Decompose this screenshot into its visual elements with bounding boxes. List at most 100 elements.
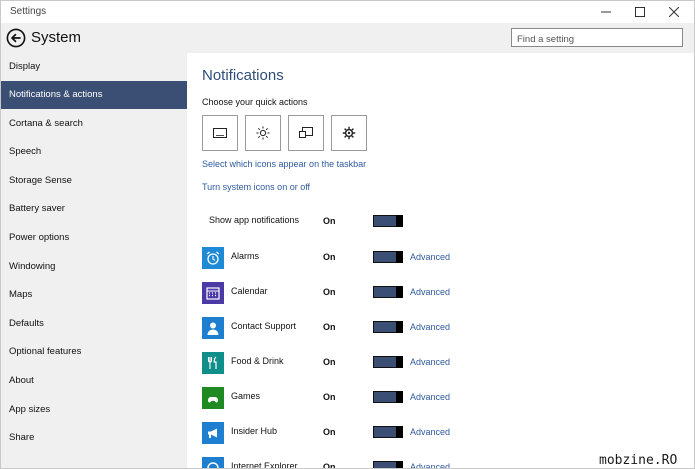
- app-name: Alarms: [231, 251, 260, 261]
- sidebar-item-label: Maps: [9, 289, 33, 300]
- sidebar-item-battery-saver[interactable]: Battery saver: [1, 195, 187, 223]
- alarm-clock-icon: [202, 247, 224, 269]
- sidebar-item-display[interactable]: Display: [1, 53, 187, 81]
- calendar-icon: [202, 282, 224, 304]
- app-row-calendar: Calendar On Advanced: [202, 282, 682, 308]
- megaphone-icon: [202, 422, 224, 444]
- food-drink-toggle[interactable]: [373, 356, 403, 368]
- title-bar: Settings: [1, 1, 694, 23]
- maximize-button[interactable]: [623, 1, 657, 23]
- sidebar-item-label: Cortana & search: [9, 118, 83, 129]
- sidebar-item-label: Optional features: [9, 346, 82, 357]
- games-toggle[interactable]: [373, 391, 403, 403]
- close-button[interactable]: [657, 1, 691, 23]
- internet-explorer-advanced-link[interactable]: Advanced: [410, 462, 450, 468]
- maximize-icon: [635, 7, 645, 17]
- app-name: Contact Support: [231, 321, 297, 331]
- watermark: mobzine.RO: [599, 453, 678, 468]
- sidebar-item-notifications-actions[interactable]: Notifications & actions: [1, 81, 187, 109]
- app-state: On: [323, 392, 336, 402]
- taskbar-icons-link[interactable]: Select which icons appear on the taskbar: [202, 159, 366, 169]
- sidebar-item-label: Speech: [9, 146, 42, 157]
- system-icons-link[interactable]: Turn system icons on or off: [202, 182, 310, 192]
- app-row-insider-hub: Insider Hub On Advanced: [202, 422, 682, 448]
- minimize-button[interactable]: [589, 1, 623, 23]
- sidebar-item-app-sizes[interactable]: App sizes: [1, 396, 187, 424]
- app-row-food-drink: Food & Drink On Advanced: [202, 352, 682, 378]
- food-drink-advanced-link[interactable]: Advanced: [410, 357, 450, 367]
- search-input[interactable]: [512, 31, 682, 48]
- quick-action-project[interactable]: [288, 115, 324, 151]
- sidebar-item-about[interactable]: About: [1, 367, 187, 395]
- insider-hub-toggle[interactable]: [373, 426, 403, 438]
- app-name: Internet Explorer: [231, 461, 298, 469]
- sidebar-item-label: Share: [9, 432, 35, 443]
- calendar-toggle[interactable]: [373, 286, 403, 298]
- close-icon: [669, 7, 679, 17]
- minimize-icon: [601, 11, 611, 13]
- sidebar-item-label: Power options: [9, 232, 70, 243]
- alarms-toggle[interactable]: [373, 251, 403, 263]
- contact-support-toggle[interactable]: [373, 321, 403, 333]
- show-app-notifications-row: Show app notifications On: [202, 211, 682, 237]
- insider-hub-advanced-link[interactable]: Advanced: [410, 427, 450, 437]
- header-title: System: [31, 29, 82, 46]
- sidebar-item-label: Windowing: [9, 261, 56, 272]
- settings-icon: [342, 126, 356, 140]
- app-name: Games: [231, 391, 261, 401]
- show-app-notifications-state: On: [323, 216, 336, 226]
- sidebar: Display Notifications & actions Cortana …: [1, 53, 187, 468]
- project-icon: [299, 127, 313, 138]
- show-app-notifications-toggle[interactable]: [373, 215, 403, 227]
- app-state: On: [323, 462, 336, 469]
- sidebar-item-storage-sense[interactable]: Storage Sense: [1, 167, 187, 195]
- app-row-games: Games On Advanced: [202, 387, 682, 413]
- calendar-advanced-link[interactable]: Advanced: [410, 287, 450, 297]
- app-state: On: [323, 357, 336, 367]
- sidebar-item-share[interactable]: Share: [1, 424, 187, 452]
- search-box[interactable]: [511, 28, 683, 48]
- sidebar-item-label: About: [9, 375, 34, 386]
- sidebar-item-optional-features[interactable]: Optional features: [1, 338, 187, 366]
- sidebar-item-label: Display: [9, 61, 41, 72]
- ie-icon: [202, 457, 224, 468]
- page-title: Notifications: [202, 67, 284, 84]
- app-name: Insider Hub: [231, 426, 278, 436]
- contact-support-advanced-link[interactable]: Advanced: [410, 322, 450, 332]
- fork-knife-icon: [202, 352, 224, 374]
- app-state: On: [323, 252, 336, 262]
- sidebar-item-defaults[interactable]: Defaults: [1, 310, 187, 338]
- sidebar-item-power-options[interactable]: Power options: [1, 224, 187, 252]
- sidebar-item-label: Defaults: [9, 318, 44, 329]
- app-row-contact-support: Contact Support On Advanced: [202, 317, 682, 343]
- alarms-advanced-link[interactable]: Advanced: [410, 252, 450, 262]
- sidebar-item-maps[interactable]: Maps: [1, 281, 187, 309]
- sidebar-item-label: Notifications & actions: [9, 89, 103, 100]
- app-name: Food & Drink: [231, 356, 284, 366]
- window-title: Settings: [10, 6, 47, 17]
- app-name: Calendar: [231, 286, 268, 296]
- settings-window: Settings System Display Notifications & …: [0, 0, 695, 469]
- tablet-mode-icon: [213, 128, 227, 138]
- sidebar-item-label: Storage Sense: [9, 175, 72, 186]
- sidebar-item-speech[interactable]: Speech: [1, 138, 187, 166]
- quick-actions-label: Choose your quick actions: [202, 97, 308, 107]
- sidebar-item-cortana-search[interactable]: Cortana & search: [1, 110, 187, 138]
- app-state: On: [323, 427, 336, 437]
- sidebar-item-windowing[interactable]: Windowing: [1, 253, 187, 281]
- back-arrow-icon: [6, 28, 26, 48]
- xbox-icon: [202, 387, 224, 409]
- app-state: On: [323, 287, 336, 297]
- show-app-notifications-label: Show app notifications: [209, 215, 300, 225]
- internet-explorer-toggle[interactable]: [373, 461, 403, 468]
- quick-action-brightness[interactable]: [245, 115, 281, 151]
- sidebar-item-label: App sizes: [9, 404, 51, 415]
- header-bar: System: [1, 23, 694, 53]
- quick-action-tablet-mode[interactable]: [202, 115, 238, 151]
- back-button[interactable]: [6, 28, 26, 48]
- games-advanced-link[interactable]: Advanced: [410, 392, 450, 402]
- person-icon: [202, 317, 224, 339]
- main-content: Notifications Choose your quick actions …: [187, 53, 694, 469]
- quick-action-settings[interactable]: [331, 115, 367, 151]
- sidebar-item-label: Battery saver: [9, 203, 65, 214]
